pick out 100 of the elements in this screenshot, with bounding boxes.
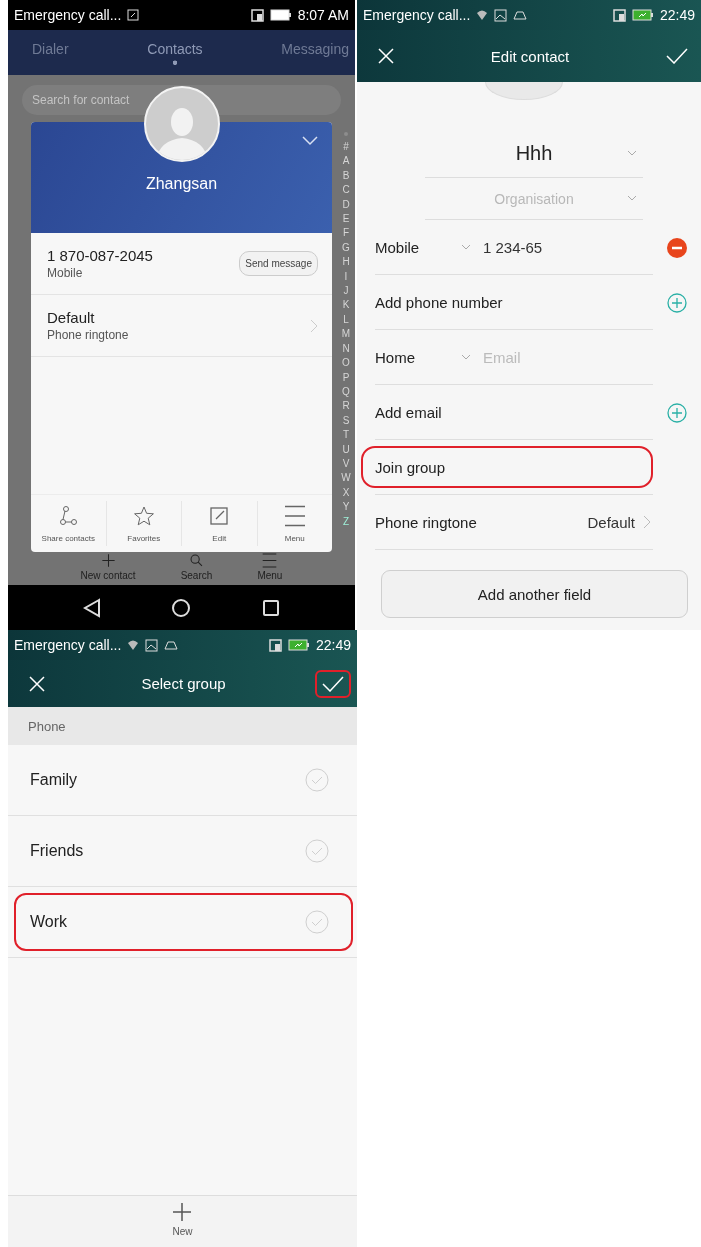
index-letter[interactable]: P bbox=[342, 370, 350, 385]
name-input[interactable]: Hhh bbox=[459, 141, 609, 166]
index-letter[interactable]: G bbox=[342, 240, 350, 256]
back-button[interactable] bbox=[83, 597, 102, 618]
add-field-label[interactable]: Add phone number bbox=[375, 293, 503, 311]
checkbox[interactable] bbox=[305, 768, 329, 792]
action-button[interactable]: Menu bbox=[256, 501, 332, 546]
check-icon[interactable] bbox=[322, 675, 344, 692]
ringtone-value: Default bbox=[47, 309, 96, 326]
add-icon bbox=[667, 402, 687, 423]
checkbox[interactable] bbox=[305, 839, 329, 863]
wifi-icon bbox=[127, 639, 140, 651]
index-letter[interactable]: S bbox=[342, 413, 350, 429]
star-icon bbox=[132, 504, 155, 527]
battery-icon bbox=[269, 9, 292, 21]
new-group-button[interactable]: New bbox=[172, 1196, 193, 1247]
image-icon bbox=[494, 8, 508, 22]
index-letter[interactable]: F bbox=[342, 226, 350, 241]
phone-number: 1 870-087-2045 bbox=[47, 247, 154, 264]
clock-text: 22:49 bbox=[315, 637, 351, 653]
index-letter[interactable]: H bbox=[342, 255, 350, 270]
home-button[interactable] bbox=[171, 597, 192, 618]
close-icon[interactable] bbox=[29, 675, 45, 692]
edit-icon bbox=[127, 9, 140, 21]
contact-name: Zhangsan bbox=[145, 175, 218, 193]
tray-icon bbox=[164, 639, 179, 651]
plus-icon bbox=[172, 1202, 193, 1222]
send-message-button[interactable]: Send message bbox=[239, 251, 318, 276]
setting-label[interactable]: Phone ringtone bbox=[375, 513, 477, 531]
index-letter[interactable]: J bbox=[343, 284, 349, 299]
image-icon bbox=[145, 638, 159, 652]
edit-icon bbox=[208, 504, 231, 527]
index-letter[interactable]: U bbox=[342, 442, 350, 457]
group-label[interactable]: Family bbox=[30, 771, 78, 789]
add-icon bbox=[667, 292, 687, 313]
join-group-label[interactable]: Join group bbox=[375, 458, 446, 476]
chevron-down-icon bbox=[627, 194, 637, 201]
chevron-right-icon bbox=[310, 318, 318, 333]
group-label[interactable]: Friends bbox=[30, 842, 84, 860]
tab[interactable]: Dialer bbox=[32, 37, 69, 68]
menu-icon bbox=[283, 504, 306, 527]
index-letter[interactable]: A bbox=[342, 154, 350, 169]
ringtone-label: Phone ringtone bbox=[47, 328, 130, 342]
type-dropdown[interactable]: Home bbox=[375, 348, 461, 366]
index-letter[interactable]: Q bbox=[342, 384, 350, 400]
chevron-down-icon bbox=[461, 354, 471, 360]
index-letter[interactable]: K bbox=[342, 298, 350, 313]
add-field-label[interactable]: Add email bbox=[375, 403, 442, 421]
add-another-field-button[interactable]: Add another field bbox=[381, 570, 688, 618]
sim-card-icon bbox=[250, 8, 264, 22]
checkbox[interactable] bbox=[305, 910, 329, 934]
chevron-down-icon bbox=[461, 244, 471, 250]
index-letter[interactable]: L bbox=[343, 312, 349, 328]
organisation-input[interactable]: Organisation bbox=[459, 189, 609, 208]
carrier-text: Emergency call... bbox=[14, 637, 122, 653]
phone-input[interactable]: 1 234-65 bbox=[481, 237, 641, 257]
index-letter[interactable]: C bbox=[342, 183, 350, 198]
tab[interactable]: Messaging bbox=[281, 37, 349, 68]
index-letter[interactable]: T bbox=[342, 428, 350, 443]
setting-value: Default bbox=[587, 513, 635, 531]
chevron-down-icon[interactable] bbox=[302, 136, 318, 146]
carrier-text: Emergency call... bbox=[14, 7, 122, 23]
index-letter[interactable]: R bbox=[342, 399, 350, 414]
group-label[interactable]: Work bbox=[30, 913, 68, 931]
index-letter[interactable]: E bbox=[342, 212, 350, 227]
screen-title: Select group bbox=[141, 675, 226, 692]
index-letter[interactable]: # bbox=[343, 140, 349, 155]
email-input[interactable]: Email bbox=[481, 347, 641, 367]
sim-card-icon bbox=[612, 8, 626, 22]
index-letter[interactable]: V bbox=[342, 456, 350, 472]
index-letter[interactable]: I bbox=[344, 269, 348, 285]
type-dropdown[interactable]: Mobile bbox=[375, 238, 461, 256]
tray-icon bbox=[513, 9, 528, 21]
wifi-icon bbox=[476, 9, 489, 21]
action-button[interactable]: Edit bbox=[181, 501, 257, 546]
close-icon[interactable] bbox=[378, 48, 394, 64]
battery-icon bbox=[631, 9, 654, 21]
remove-icon bbox=[667, 237, 687, 258]
check-icon[interactable] bbox=[666, 48, 688, 64]
share-icon bbox=[57, 504, 80, 527]
index-letter[interactable]: Z bbox=[342, 514, 350, 529]
index-letter[interactable]: B bbox=[342, 168, 350, 184]
index-letter[interactable]: D bbox=[342, 197, 350, 213]
index-letter[interactable]: O bbox=[342, 356, 350, 371]
search-icon bbox=[189, 553, 204, 568]
plus-icon bbox=[100, 553, 116, 568]
recents-button[interactable] bbox=[261, 598, 280, 617]
chevron-right-icon bbox=[643, 515, 651, 529]
menu-icon bbox=[262, 553, 278, 568]
battery-icon bbox=[287, 639, 310, 651]
index-letter[interactable]: N bbox=[342, 341, 350, 357]
clock-text: 22:49 bbox=[659, 7, 695, 23]
index-letter[interactable]: Y bbox=[342, 500, 350, 515]
index-letter[interactable]: X bbox=[342, 485, 350, 501]
index-letter[interactable]: M bbox=[341, 327, 351, 342]
section-header: Phone bbox=[28, 718, 66, 734]
screen-title: Edit contact bbox=[490, 47, 570, 65]
chevron-down-icon bbox=[627, 149, 637, 156]
index-letter[interactable]: W bbox=[341, 471, 351, 486]
action-button[interactable]: Favorites bbox=[105, 501, 181, 546]
